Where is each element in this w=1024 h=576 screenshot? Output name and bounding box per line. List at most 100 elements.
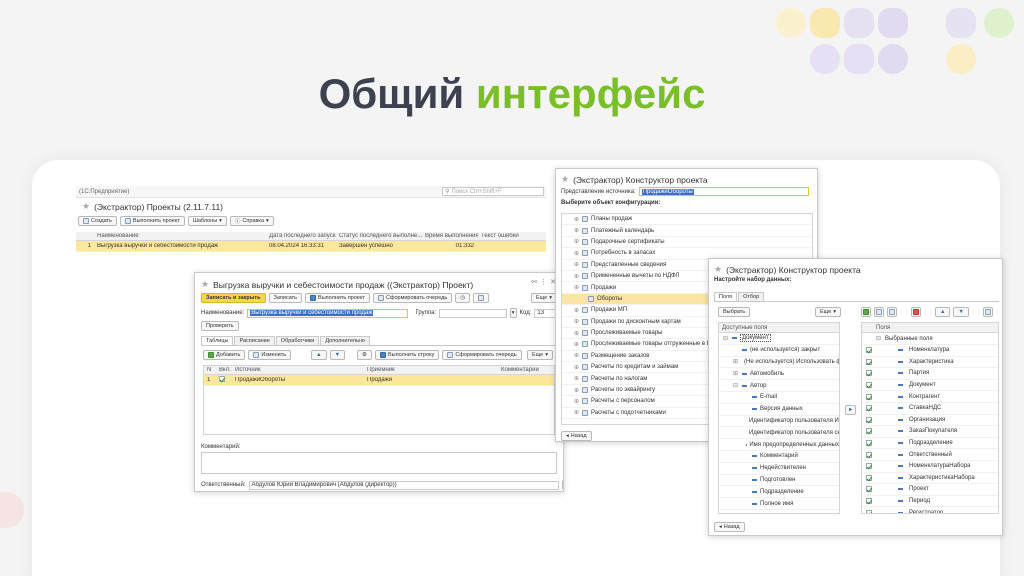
star-icon[interactable]: ★	[714, 264, 722, 275]
search-input[interactable]: ⚲ Поиск Ctrl+Shift+F	[442, 187, 544, 196]
expand-icon[interactable]: ⊕	[574, 318, 579, 325]
available-field-item[interactable]: (не используется) закрыт	[719, 345, 839, 357]
run-project-button[interactable]: Выполнить проект	[305, 293, 370, 303]
run-row-button[interactable]: Выполнить строку	[374, 350, 440, 360]
enabled-checkbox[interactable]	[219, 376, 225, 382]
selected-field-item[interactable]: ХарактеристикаНабора	[862, 473, 998, 485]
column-header[interactable]: Дата последнего запуска	[266, 233, 336, 239]
column-header[interactable]: Статус последнего выполне...	[336, 233, 422, 239]
expand-icon[interactable]: ⊕	[574, 284, 579, 291]
star-icon[interactable]: ★	[82, 201, 90, 212]
run-project-button[interactable]: Выполнить проект	[119, 216, 185, 226]
available-field-item[interactable]: Недействителен	[719, 463, 839, 475]
column-header[interactable]: Время выполнения	[422, 233, 478, 239]
field-checkbox[interactable]	[866, 358, 872, 365]
check-button[interactable]: Проверить	[201, 321, 239, 331]
expand-icon[interactable]: ⊕	[574, 273, 579, 280]
selected-field-item[interactable]: Регистратор	[862, 507, 998, 513]
expand-icon[interactable]: ⊕	[574, 216, 579, 223]
table-row[interactable]: 1 ПродажиОбороты Продажи	[204, 375, 554, 386]
edit-field-button[interactable]	[887, 307, 897, 317]
group-button[interactable]	[982, 307, 993, 317]
expand-icon[interactable]: ⊕	[574, 261, 579, 268]
expand-icon[interactable]: ⊞	[733, 370, 739, 377]
menu-icon[interactable]: ⋮	[540, 279, 550, 286]
star-icon[interactable]: ★	[561, 174, 569, 185]
history-button[interactable]: ◷	[455, 293, 470, 303]
responsible-field[interactable]: Абдулов Юрий Владимирович (Абдулов (дире…	[248, 480, 559, 490]
column-header[interactable]: Наименование	[94, 233, 266, 239]
expand-icon[interactable]: ⊕	[574, 409, 579, 416]
field-checkbox[interactable]	[866, 451, 872, 458]
available-field-item[interactable]: Комментарий	[719, 451, 839, 463]
tab-fields[interactable]: Поля	[714, 292, 738, 301]
expand-icon[interactable]: ⊕	[574, 330, 579, 337]
back-button[interactable]: ◂ Назад	[714, 522, 745, 532]
field-checkbox[interactable]	[866, 382, 872, 389]
form-queue-button[interactable]: Сформировать очередь	[372, 293, 453, 303]
choose-button[interactable]: Выбрать	[718, 307, 751, 317]
selected-field-item[interactable]: ЗаказПокупателя	[862, 426, 998, 438]
table-row[interactable]: 1 Выгрузка выручки и себестоимости прода…	[76, 241, 546, 252]
move-down-button[interactable]: ▼	[329, 350, 346, 360]
delete-field-button[interactable]	[911, 307, 921, 317]
star-icon[interactable]: ★	[201, 279, 209, 290]
selected-field-item[interactable]: Номенклатура	[862, 345, 998, 357]
expand-icon[interactable]: ⊕	[574, 341, 579, 348]
field-checkbox[interactable]	[866, 428, 872, 435]
table-more-button[interactable]: Еще ▾	[527, 350, 553, 360]
expand-icon[interactable]: ⊕	[574, 398, 579, 405]
config-object-item[interactable]: ⊕ Подарочные сертификаты	[562, 237, 812, 249]
help-button[interactable]: ⓘ Справка ▾	[229, 216, 274, 226]
tab-tables[interactable]: Таблицы	[201, 336, 234, 345]
config-object-item[interactable]: ⊕ Планы продаж	[562, 214, 812, 226]
expand-icon[interactable]: ⊕	[574, 375, 579, 382]
edit-button[interactable]: Изменить	[248, 350, 292, 360]
selected-field-item[interactable]: Партия	[862, 368, 998, 380]
tab-additional[interactable]: Дополнительно	[320, 336, 370, 345]
available-field-item[interactable]: Идентификатор пользователя ИБ	[719, 416, 839, 428]
responsible-dropdown-button[interactable]: ▾	[561, 480, 563, 490]
available-field-item[interactable]: E-mail	[719, 392, 839, 404]
selected-fields-group[interactable]: ⊟ Выбранные поля	[862, 333, 998, 345]
source-field[interactable]: ПродажиОбороты	[638, 187, 809, 196]
move-up-button[interactable]: ▲	[311, 350, 327, 360]
available-field-item[interactable]: Подразделение	[719, 486, 839, 499]
column-header[interactable]: Текст ошибки	[478, 233, 528, 239]
selected-field-item[interactable]: Характеристика	[862, 357, 998, 369]
available-field-item[interactable]: Подготовлен	[719, 475, 839, 487]
expand-icon[interactable]: ⊕	[574, 364, 579, 371]
queue-button[interactable]: Сформировать очередь	[442, 350, 522, 360]
back-button[interactable]: ◂ Назад	[561, 431, 592, 441]
save-button[interactable]: Записать	[268, 293, 303, 303]
tab-filter[interactable]: Отбор	[738, 292, 765, 301]
move-down-button[interactable]: ▼	[953, 307, 969, 317]
move-up-button[interactable]: ▲	[935, 307, 951, 317]
add-field-button[interactable]	[861, 307, 871, 317]
selected-field-item[interactable]: СтавкаНДС	[862, 403, 998, 415]
field-checkbox[interactable]	[866, 347, 872, 354]
group-dropdown-button[interactable]: ▾	[509, 308, 517, 318]
config-object-item[interactable]: ⊕ Платежный календарь	[562, 225, 812, 237]
selected-field-item[interactable]: Подразделение	[862, 438, 998, 450]
create-button[interactable]: Создать	[78, 216, 117, 226]
selected-field-item[interactable]: Контрагент	[862, 391, 998, 403]
add-button[interactable]: Добавить	[203, 350, 246, 360]
collapse-icon[interactable]: ⊟	[733, 382, 739, 389]
field-checkbox[interactable]	[866, 393, 872, 400]
available-field-item[interactable]: ⊟ Автор	[719, 380, 839, 392]
selected-field-item[interactable]: Организация	[862, 415, 998, 427]
tab-schedule[interactable]: Расписание	[234, 336, 275, 345]
left-more-button[interactable]: Еще ▾	[815, 307, 841, 317]
group-field[interactable]	[439, 308, 507, 318]
expand-icon[interactable]: ⊞	[733, 358, 738, 365]
selected-field-item[interactable]: Период	[862, 496, 998, 508]
templates-button[interactable]: Шаблоны ▾	[187, 216, 227, 226]
expand-icon[interactable]: ⊕	[574, 227, 579, 234]
available-field-item[interactable]: Версия данных	[719, 404, 839, 416]
save-close-button[interactable]: Записать и закрыть	[201, 293, 266, 303]
add-selected-button[interactable]: ►	[845, 405, 857, 415]
selected-field-item[interactable]: Документ	[862, 380, 998, 392]
comment-field[interactable]	[201, 452, 557, 474]
expand-icon[interactable]: ⊕	[574, 387, 579, 394]
